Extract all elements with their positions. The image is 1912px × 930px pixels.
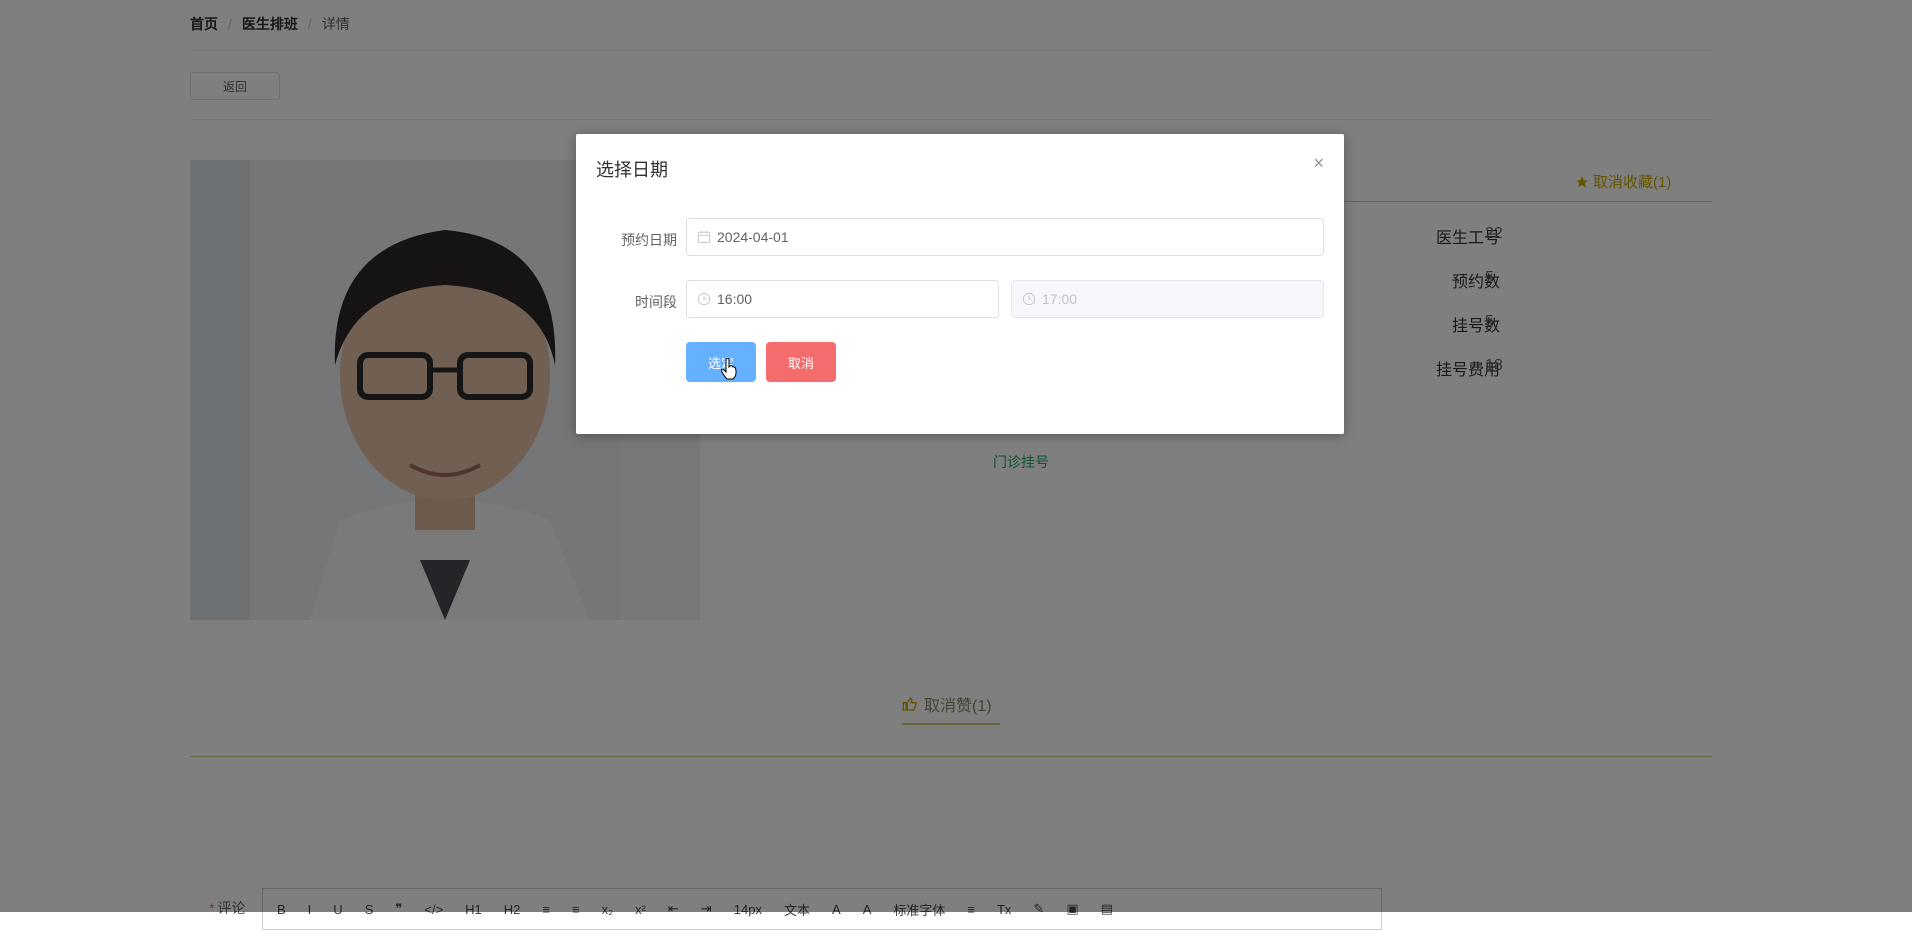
appointment-date-label: 预约日期	[621, 232, 677, 248]
cancel-button[interactable]: 取消	[766, 342, 836, 382]
time-start-value: 16:00	[717, 291, 753, 307]
time-end-input: 17:00	[1011, 280, 1324, 318]
appointment-date-value: 2024-04-01	[717, 229, 789, 245]
time-start-input[interactable]: 16:00	[686, 280, 999, 318]
time-slot-label: 时间段	[635, 294, 677, 310]
appointment-date-input[interactable]: 2024-04-01	[686, 218, 1324, 256]
clock-icon	[697, 292, 711, 306]
close-icon[interactable]: ×	[1313, 154, 1324, 172]
time-end-value: 17:00	[1042, 291, 1078, 307]
hand-cursor-icon	[720, 357, 737, 380]
calendar-icon	[697, 230, 711, 244]
date-picker-dialog: 选择日期 × 预约日期 2024-04-01 时间段 16:00 17:00 选…	[576, 134, 1344, 434]
clock-icon	[1022, 292, 1036, 306]
dialog-title: 选择日期	[596, 160, 668, 180]
page: 首页 / 医生排班 / 详情 返回	[0, 0, 1912, 930]
